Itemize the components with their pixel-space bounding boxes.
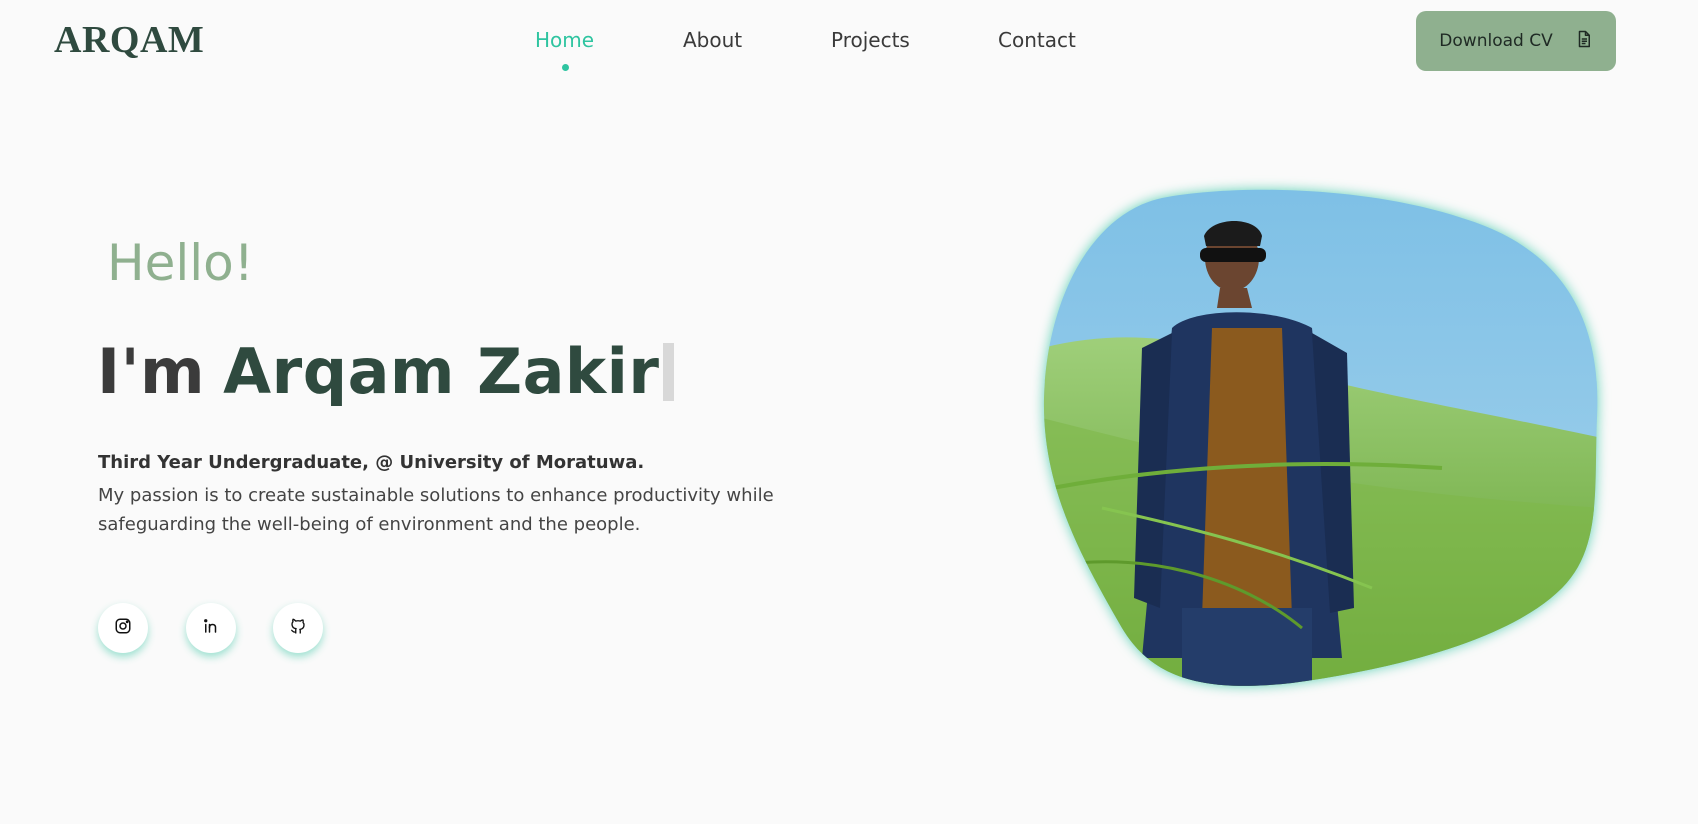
github-icon <box>289 617 307 639</box>
nav-item-contact[interactable]: Contact <box>998 28 1076 52</box>
download-cv-button[interactable]: Download CV <box>1416 11 1616 71</box>
linkedin-icon <box>202 617 220 639</box>
instagram-link[interactable] <box>98 603 148 653</box>
profile-photo <box>1042 188 1602 698</box>
linkedin-link[interactable] <box>186 603 236 653</box>
nav-item-label: Home <box>535 28 595 52</box>
hero-subtitle: Third Year Undergraduate, @ University o… <box>98 452 645 473</box>
instagram-icon <box>114 617 132 639</box>
nav-item-label: About <box>683 28 743 52</box>
intro-prefix: I'm <box>97 335 206 408</box>
github-link[interactable] <box>273 603 323 653</box>
typing-caret <box>663 342 675 401</box>
nav-item-label: Contact <box>998 28 1076 52</box>
profile-photo-blob <box>1043 189 1598 686</box>
nav-item-about[interactable]: About <box>683 28 742 52</box>
nav-item-label: Projects <box>831 28 910 52</box>
hero-headline: I'm Arqam Zakir <box>97 335 675 408</box>
nav-item-home[interactable]: Home <box>535 28 595 71</box>
download-cv-label: Download CV <box>1439 31 1553 51</box>
nav-item-projects[interactable]: Projects <box>831 28 910 52</box>
greeting-text: Hello! <box>107 234 254 292</box>
active-indicator-dot <box>561 64 569 71</box>
portfolio-page: ARQAM Home About Projects Contact Downlo… <box>0 0 1698 824</box>
document-icon <box>1575 30 1593 53</box>
hero-description: My passion is to create sustainable solu… <box>98 485 774 535</box>
hero-name: Arqam Zakir <box>223 335 660 408</box>
